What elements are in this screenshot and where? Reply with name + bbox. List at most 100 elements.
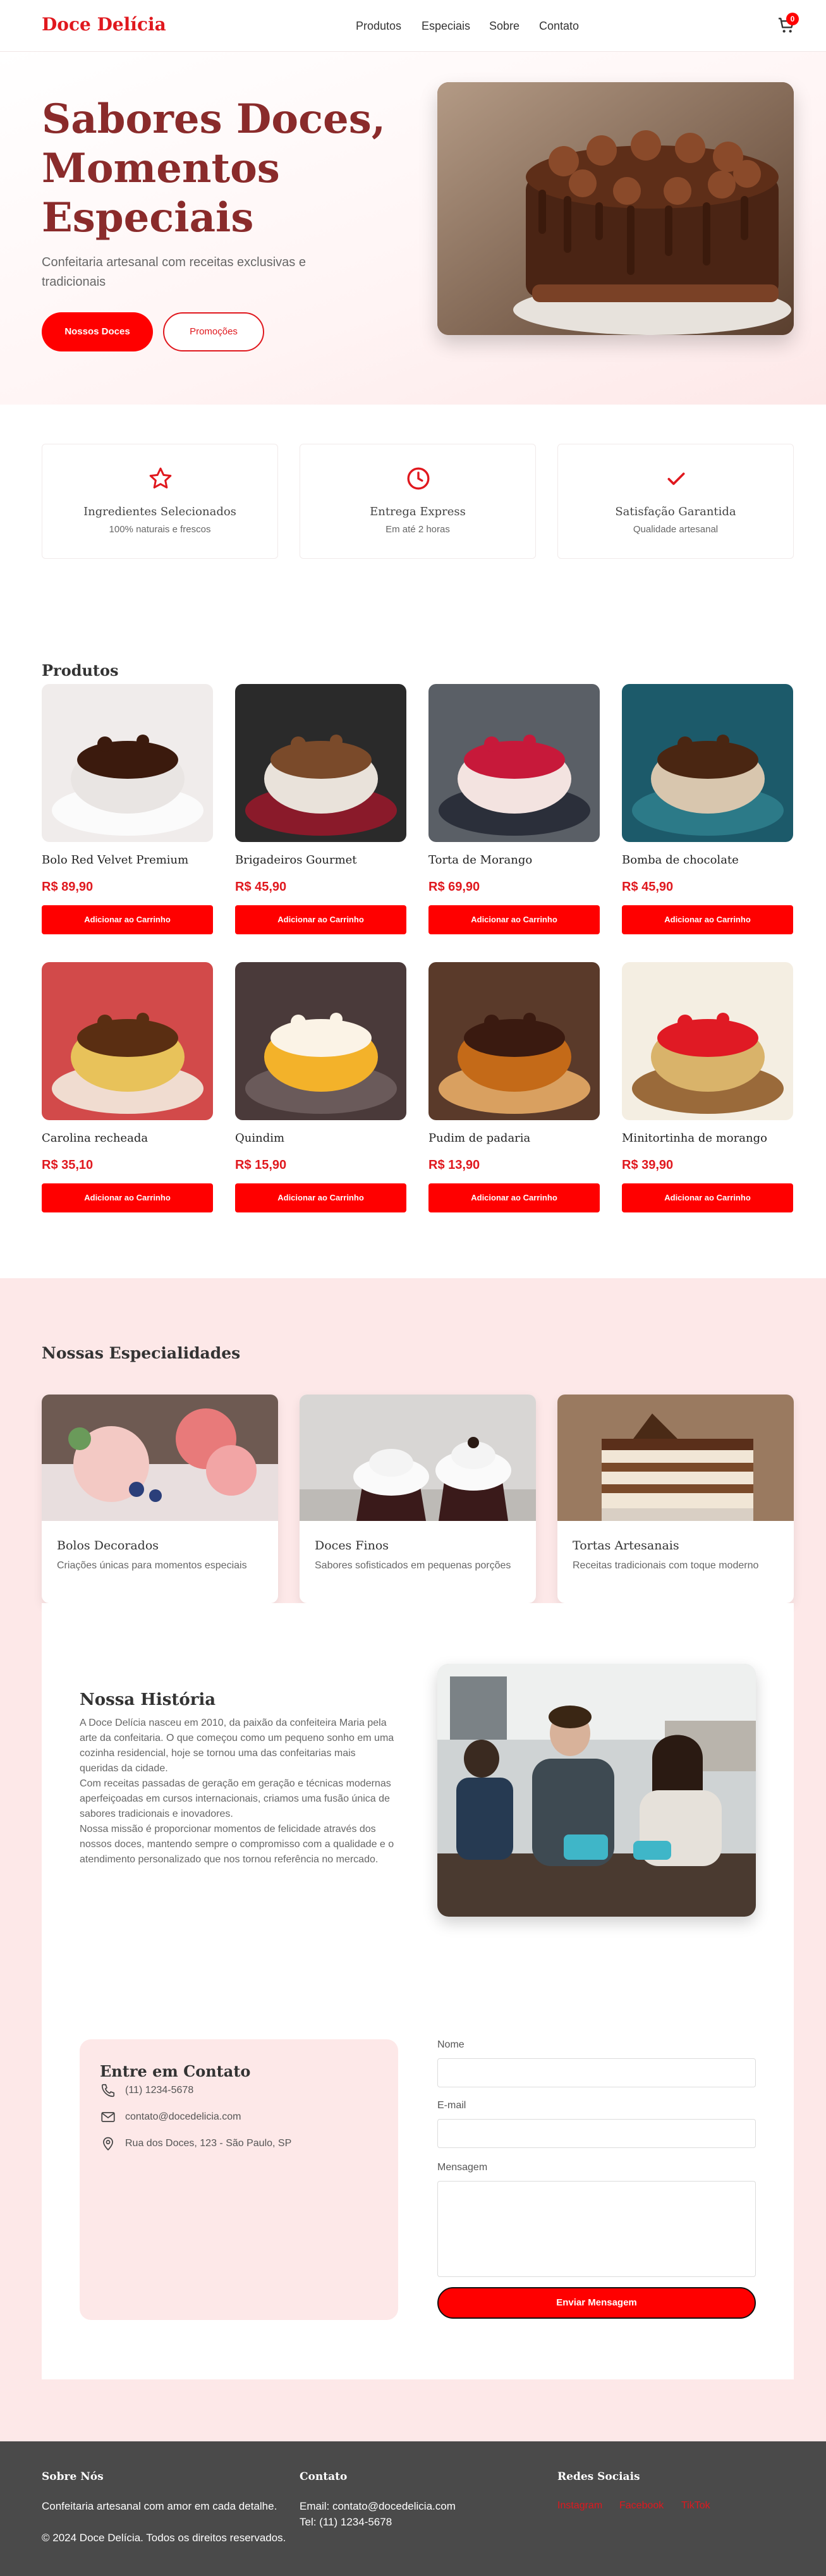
product-image — [622, 962, 793, 1120]
feature-subtitle: Qualidade artesanal — [633, 524, 719, 535]
location-pin-icon — [103, 2137, 113, 2151]
product-card: Bolo Red Velvet Premium R$ 89,90 Adicionar… — [42, 684, 213, 944]
send-message-button[interactable]: Enviar Mensagem — [437, 2287, 756, 2319]
hero-title: Sabores Doces, Momentos Especiais — [42, 95, 386, 241]
mail-icon — [101, 2112, 115, 2122]
add-to-cart-button[interactable]: Adicionar ao Carrinho — [235, 905, 406, 934]
message-label: Mensagem — [437, 2162, 488, 2173]
nav-link-contato[interactable]: Contato — [539, 20, 579, 33]
layered-cake-image — [557, 1395, 794, 1521]
star-icon — [149, 467, 172, 489]
product-card: Bomba de chocolate R$ 45,90 Adicionar ao C… — [622, 684, 793, 944]
product-name: Quindim — [235, 1132, 285, 1145]
footer-copyright: © 2024 Doce Delícia. Todos os direitos r… — [42, 2532, 286, 2544]
product-price: R$ 13,90 — [428, 1158, 480, 1172]
nossos-doces-button[interactable]: Nossos Doces — [42, 312, 153, 351]
product-price: R$ 69,90 — [428, 880, 480, 894]
product-price: R$ 45,90 — [235, 880, 287, 894]
story-text: A Doce Delícia nasceu em 2010, da paixão… — [80, 1718, 394, 1865]
specialty-card-tortas[interactable]: Tortas Artesanais Receitas tradicionais … — [557, 1395, 794, 1603]
product-card: Torta de Morango R$ 69,90 Adicionar ao Car… — [428, 684, 600, 944]
footer-contact-title: Contato — [300, 2470, 348, 2483]
phone-icon — [101, 2084, 115, 2097]
nav-link-produtos[interactable]: Produtos — [356, 20, 401, 33]
product-price: R$ 35,10 — [42, 1158, 94, 1172]
add-to-cart-button[interactable]: Adicionar ao Carrinho — [428, 1183, 600, 1212]
product-name: Pudim de padaria — [428, 1132, 531, 1145]
story-title: Nossa História — [80, 1690, 216, 1709]
name-input[interactable] — [437, 2058, 756, 2087]
feature-card-ingredientes: Ingredientes Selecionados 100% naturais … — [42, 444, 278, 559]
add-to-cart-button[interactable]: Adicionar ao Carrinho — [428, 905, 600, 934]
hero-subtitle: Confeitaria artesanal com receitas exclu… — [42, 255, 306, 289]
contact-info-box — [80, 2039, 398, 2320]
product-image — [42, 684, 213, 842]
specialty-title: Doces Finos — [315, 1539, 389, 1553]
feature-subtitle: 100% naturais e frescos — [109, 524, 211, 535]
specialty-card-doces-finos[interactable]: Doces Finos Sabores sofisticados em pequ… — [300, 1395, 536, 1603]
add-to-cart-button[interactable]: Adicionar ao Carrinho — [235, 1183, 406, 1212]
message-textarea[interactable] — [437, 2181, 756, 2277]
product-price: R$ 45,90 — [622, 880, 674, 894]
check-icon — [667, 472, 685, 485]
clock-icon — [407, 467, 430, 490]
specialty-desc: Criações únicas para momentos especiais — [57, 1560, 247, 1571]
add-to-cart-button[interactable]: Adicionar ao Carrinho — [622, 905, 793, 934]
brand-logo[interactable]: Doce Delícia — [42, 14, 166, 35]
feature-title: Ingredientes Selecionados — [83, 505, 236, 518]
product-image — [235, 962, 406, 1120]
product-card: Pudim de padaria R$ 13,90 Adicionar ao Car… — [428, 962, 600, 1223]
products-section-title: Produtos — [42, 661, 119, 680]
feature-subtitle: Em até 2 horas — [386, 524, 450, 535]
specialty-title: Bolos Decorados — [57, 1539, 159, 1553]
product-card: Brigadeiros Gourmet R$ 45,90 Adicionar ao … — [235, 684, 406, 944]
product-image — [235, 684, 406, 842]
specialties-section-title: Nossas Especialidades — [42, 1344, 241, 1362]
email-input[interactable] — [437, 2119, 756, 2148]
promocoes-button[interactable]: Promoções — [163, 312, 264, 351]
product-name: Brigadeiros Gourmet — [235, 853, 357, 867]
contact-phone[interactable]: (11) 1234-5678 — [125, 2085, 193, 2096]
social-link-instagram[interactable]: Instagram — [557, 2500, 602, 2512]
specialty-card-bolos[interactable]: Bolos Decorados Criações únicas para mom… — [42, 1395, 278, 1603]
product-image — [622, 684, 793, 842]
product-image — [428, 962, 600, 1120]
social-link-facebook[interactable]: Facebook — [619, 2500, 664, 2512]
nav-link-especiais[interactable]: Especiais — [422, 20, 470, 33]
footer-contact-email[interactable]: Email: contato@docedelicia.com — [300, 2498, 456, 2514]
add-to-cart-button[interactable]: Adicionar ao Carrinho — [42, 905, 213, 934]
contact-title: Entre em Contato — [100, 2062, 251, 2080]
product-name: Minitortinha de morango — [622, 1132, 767, 1145]
product-card: Minitortinha de morango R$ 39,90 Adicionar… — [622, 962, 793, 1223]
social-link-tiktok[interactable]: TikTok — [681, 2500, 710, 2512]
product-name: Carolina recheada — [42, 1132, 149, 1145]
footer-about-text: Confeitaria artesanal com amor em cada d… — [42, 2500, 277, 2512]
email-label: E-mail — [437, 2100, 466, 2111]
specialty-title: Tortas Artesanais — [573, 1539, 679, 1553]
footer-contact-phone[interactable]: Tel: (11) 1234-5678 — [300, 2514, 392, 2530]
nav-link-sobre[interactable]: Sobre — [489, 20, 519, 33]
product-price: R$ 89,90 — [42, 880, 94, 894]
product-price: R$ 15,90 — [235, 1158, 287, 1172]
add-to-cart-button[interactable]: Adicionar ao Carrinho — [622, 1183, 793, 1212]
product-image — [428, 684, 600, 842]
specialty-desc: Sabores sofisticados em pequenas porções — [315, 1560, 511, 1571]
hero-chocolate-cake-image — [437, 82, 794, 335]
cart-count-badge: 0 — [786, 13, 799, 25]
feature-title: Satisfação Garantida — [615, 505, 736, 518]
decorated-cake-image — [42, 1395, 278, 1521]
product-card: Quindim R$ 15,90 Adicionar ao Carrinho — [235, 962, 406, 1223]
feature-card-entrega: Entrega Express Em até 2 horas — [300, 444, 536, 559]
feature-card-satisfacao: Satisfação Garantida Qualidade artesanal — [557, 444, 794, 559]
specialty-desc: Receitas tradicionais com toque moderno — [573, 1560, 759, 1571]
top-navbar: Doce Delícia Produtos Especiais Sobre Co… — [0, 0, 826, 52]
product-name: Bomba de chocolate — [622, 853, 739, 867]
feature-title: Entrega Express — [370, 505, 466, 518]
cupcakes-image — [300, 1395, 536, 1521]
product-card: Carolina recheada R$ 35,10 Adicionar ao Ca… — [42, 962, 213, 1223]
name-label: Nome — [437, 2039, 465, 2050]
product-price: R$ 39,90 — [622, 1158, 674, 1172]
contact-email[interactable]: contato@docedelicia.com — [125, 2111, 241, 2123]
add-to-cart-button[interactable]: Adicionar ao Carrinho — [42, 1183, 213, 1212]
product-name: Torta de Morango — [428, 853, 533, 867]
